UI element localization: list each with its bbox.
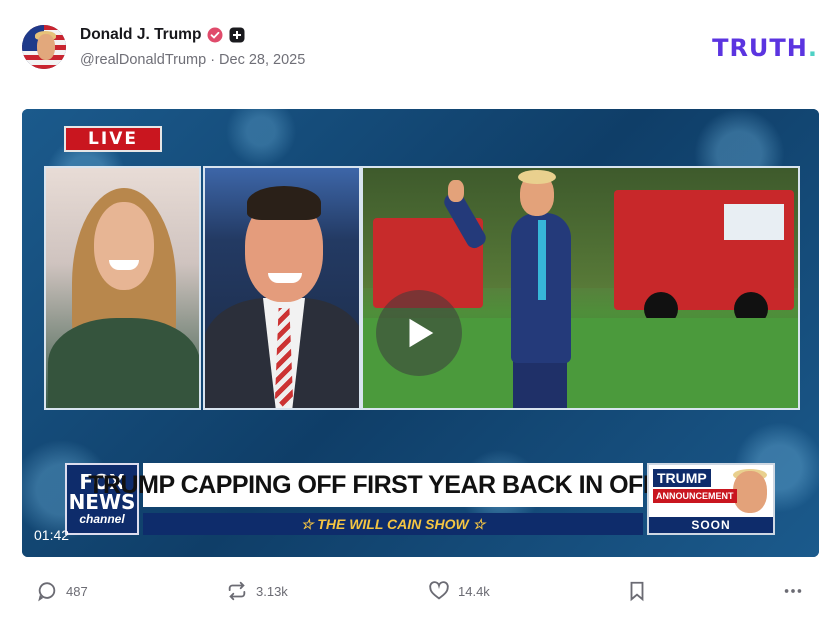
separator: ·	[210, 52, 216, 68]
video-panel-host-right	[203, 166, 361, 410]
truck-window	[724, 204, 784, 240]
promo-face	[733, 471, 767, 513]
retruth-button[interactable]: 3.13k	[226, 580, 288, 602]
promo-title: TRUMP	[653, 469, 711, 487]
video-player[interactable]: LIVE FOX NEWS channel TRUMP CAPPING OFF …	[22, 109, 819, 557]
promo-soon: SOON	[649, 517, 773, 533]
figure-tie	[538, 220, 546, 300]
avatar-face	[37, 34, 55, 60]
retruth-count: 3.13k	[256, 583, 288, 599]
more-icon	[784, 589, 802, 593]
comment-icon	[38, 582, 56, 602]
avatar[interactable]	[22, 25, 66, 69]
promo-subtitle: ANNOUNCEMENT	[653, 489, 737, 503]
bookmark-button[interactable]	[626, 580, 648, 602]
verified-badge-icon	[207, 27, 223, 43]
figure-hair	[518, 170, 556, 184]
reply-count: 487	[66, 583, 88, 599]
show-name: ☆ THE WILL CAIN SHOW ☆	[143, 513, 643, 535]
handle-row: @realDonaldTrump · Dec 28, 2025	[80, 52, 305, 68]
host-right-hair	[247, 186, 321, 220]
video-timestamp: 01:42	[34, 527, 70, 543]
promo-box: TRUMP ANNOUNCEMENT SOON	[647, 463, 775, 535]
host-left-face	[94, 202, 154, 290]
logo-text: TRUTH	[712, 34, 808, 62]
fire-truck-right	[614, 190, 794, 310]
truth-logo[interactable]: TRUTH.	[712, 34, 818, 62]
chyron-headline: TRUMP CAPPING OFF FIRST YEAR BACK IN OFF…	[88, 463, 698, 507]
logo-dot: .	[807, 34, 818, 62]
author-handle[interactable]: @realDonaldTrump	[80, 52, 206, 68]
channel-text: channel	[79, 512, 125, 526]
host-right-smile	[268, 273, 302, 283]
play-button[interactable]	[376, 290, 462, 376]
video-panel-host-left	[44, 166, 201, 410]
play-icon	[409, 318, 434, 348]
post-date[interactable]: Dec 28, 2025	[219, 52, 305, 68]
like-button[interactable]: 14.4k	[428, 580, 490, 602]
plus-badge-icon	[229, 27, 245, 43]
bookmark-icon	[630, 581, 644, 602]
heart-icon	[429, 581, 449, 600]
post-actions: 487 3.13k 14.4k	[0, 572, 840, 612]
more-button[interactable]	[782, 580, 804, 602]
author-name[interactable]: Donald J. Trump	[80, 26, 201, 44]
reply-button[interactable]: 487	[36, 580, 88, 602]
like-count: 14.4k	[458, 583, 490, 599]
live-badge: LIVE	[64, 126, 162, 152]
host-left-body	[48, 318, 199, 408]
author-row: Donald J. Trump	[80, 25, 245, 45]
figure-hand	[448, 180, 464, 202]
retruth-icon	[228, 581, 246, 601]
